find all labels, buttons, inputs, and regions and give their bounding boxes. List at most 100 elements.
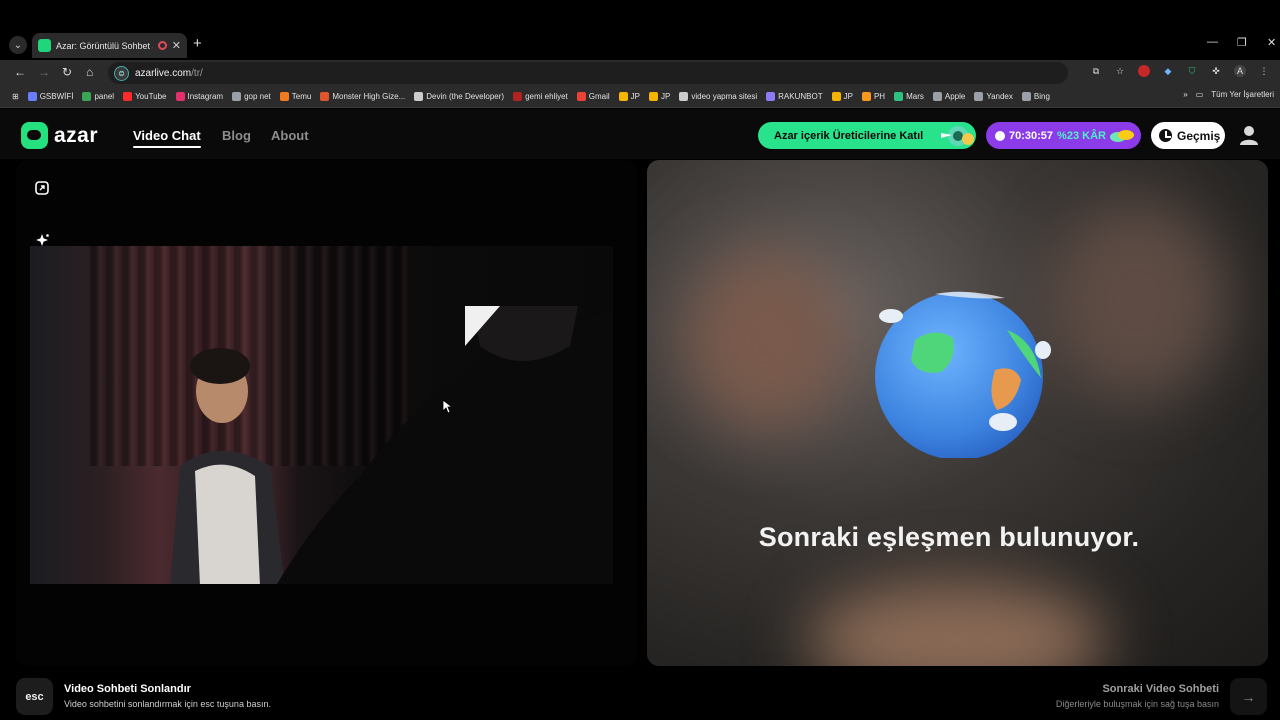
bookmark-item[interactable]: Yandex (974, 92, 1013, 101)
bookmark-label: YouTube (135, 92, 167, 101)
bookmark-item[interactable]: gemi ehliyet (513, 92, 568, 101)
browser-menu-icon[interactable]: ⋮ (1258, 65, 1270, 77)
bookmark-item[interactable]: Mars (894, 92, 924, 101)
bookmark-label: Yandex (986, 92, 1013, 101)
url-path: /tr/ (191, 67, 203, 79)
bookmark-label: Mars (906, 92, 924, 101)
minimize-window-icon[interactable]: — (1207, 36, 1218, 48)
url-omnibox[interactable]: ⊜ azarlive.com /tr/ (108, 62, 1068, 84)
bookmark-label: Apple (944, 92, 966, 101)
bookmark-label: panel (94, 92, 115, 101)
bookmark-label: gemi ehliyet (525, 92, 568, 101)
next-chat-subtitle: Diğerleriyle buluşmak için sağ tuşa bası… (1055, 699, 1219, 709)
bookmark-favicon-icon (320, 92, 330, 101)
bookmark-item[interactable]: Devin (the Developer) (414, 92, 504, 101)
bookmark-item[interactable]: panel (82, 92, 114, 101)
local-video-panel (16, 160, 637, 666)
bookmark-item[interactable]: YouTube (123, 92, 167, 101)
browser-tab-active[interactable]: Azar: Görüntülü Sohbet & Vi ✕ (32, 33, 187, 58)
bookmark-item[interactable]: JP (649, 92, 670, 101)
reload-icon[interactable]: ↻ (62, 65, 72, 79)
bookmark-item[interactable]: Apple (932, 92, 966, 101)
matching-status-text: Sonraki eşleşmen bulunuyor. (758, 522, 1140, 552)
bookmark-item[interactable]: Instagram (175, 92, 224, 101)
bookmark-label: RAKUNBOT (778, 92, 823, 101)
nav-active-underline (133, 146, 201, 148)
close-tab-icon[interactable]: ✕ (172, 39, 181, 52)
bookmark-favicon-icon (232, 92, 242, 101)
bookmark-label: JP (843, 92, 853, 101)
gems-icon (1110, 130, 1134, 142)
all-bookmarks-button[interactable]: Tüm Yer İşaretleri (1211, 90, 1274, 99)
bookmark-label: Temu (291, 92, 312, 101)
bookmark-item[interactable]: GSBWİFİ (27, 92, 74, 101)
back-arrow-icon[interactable]: ← (14, 65, 26, 79)
creator-illustration-icon (941, 126, 974, 146)
promo-timer: 70:30:57 (1009, 129, 1054, 142)
address-bar-row: ← → ↻ ⌂ ⊜ azarlive.com /tr/ ⧉ ☆ ◆ ⛉ ✜ A … (0, 60, 1280, 86)
tab-strip: ⌄ Azar: Görüntülü Sohbet & Vi ✕ + (0, 32, 1280, 58)
blurred-background (807, 580, 1107, 666)
bookmark-item[interactable]: PH (861, 92, 886, 101)
bookmark-item[interactable]: video yapma sitesi (679, 92, 757, 101)
bookmark-favicon-icon (649, 92, 658, 101)
bookmark-label: PH (873, 92, 886, 101)
bookmark-favicon-icon (932, 92, 942, 101)
bookmark-label: Instagram (187, 92, 224, 101)
globe-icon (875, 291, 1051, 458)
bookmarks-more-button[interactable]: » (1183, 90, 1187, 99)
extension-bird-icon[interactable]: ◆ (1162, 65, 1174, 77)
bookmark-item[interactable]: gop net (232, 92, 271, 101)
extension-red-icon[interactable] (1138, 65, 1150, 77)
bookmark-favicon-icon (175, 92, 185, 101)
arm-silhouette (277, 306, 613, 584)
remote-video-panel: Sonraki eşleşmen bulunuyor. (647, 160, 1268, 666)
home-icon[interactable]: ⌂ (86, 65, 93, 79)
apps-grid-icon[interactable]: ⊞ (12, 92, 19, 101)
bookmark-label: Gmail (588, 92, 610, 101)
bookmark-favicon-icon (894, 92, 904, 101)
bookmark-favicon-icon (27, 92, 37, 101)
cast-icon[interactable]: ⧉ (1090, 65, 1102, 77)
next-chat-arrow-button[interactable]: → (1230, 678, 1267, 715)
bookmark-label: GSBWİFİ (39, 92, 74, 101)
close-window-icon[interactable]: ✕ (1267, 36, 1276, 49)
history-button[interactable]: Geçmiş (1151, 122, 1225, 149)
new-tab-button[interactable]: + (193, 35, 202, 52)
fullscreen-icon[interactable] (34, 180, 50, 196)
nav-video-chat[interactable]: Video Chat (133, 128, 201, 143)
site-header: azar Video Chat Blog About Azar içerik Ü… (0, 109, 1280, 159)
chat-footer: esc Video Sohbeti Sonlandır Video sohbet… (0, 670, 1280, 720)
bookmark-item[interactable]: Gmail (576, 92, 610, 101)
bookmark-item[interactable]: JP (618, 92, 640, 101)
bookmark-item[interactable]: Monster High Gize... (320, 92, 405, 101)
bookmark-item[interactable]: JP (831, 92, 853, 101)
user-profile-icon[interactable] (1238, 124, 1260, 146)
bookmark-favicon-icon (974, 92, 984, 101)
extensions-puzzle-icon[interactable]: ✜ (1210, 65, 1222, 77)
extension-shield-icon[interactable]: ⛉ (1186, 65, 1198, 77)
end-chat-title: Video Sohbeti Sonlandır (64, 683, 191, 695)
tab-search-button[interactable]: ⌄ (9, 36, 27, 54)
bookmark-favicon-icon (861, 92, 871, 101)
azar-logo[interactable]: azar (21, 122, 98, 149)
promo-timer-button[interactable]: 70:30:57 %23 KÂR (986, 122, 1141, 149)
forward-arrow-icon[interactable]: → (38, 65, 50, 79)
bookmark-item[interactable]: Temu (279, 92, 312, 101)
bookmark-label: JP (661, 92, 671, 101)
url-host: azarlive.com (135, 67, 192, 79)
nav-blog[interactable]: Blog (222, 128, 251, 143)
bookmark-item[interactable]: Bing (1021, 92, 1050, 101)
nav-about[interactable]: About (271, 128, 309, 143)
end-chat-esc-button[interactable]: esc (16, 678, 53, 715)
profile-avatar-icon[interactable]: A (1234, 65, 1246, 77)
bookmark-favicon-icon (1021, 92, 1031, 101)
restore-window-icon[interactable]: ❐ (1237, 36, 1247, 49)
clock-icon (995, 130, 1005, 141)
bookmark-star-icon[interactable]: ☆ (1114, 65, 1126, 77)
join-creators-button[interactable]: Azar içerik Üreticilerine Katıl (758, 122, 976, 149)
logo-text: azar (54, 123, 99, 147)
site-info-icon[interactable]: ⊜ (114, 65, 129, 81)
bookmark-item[interactable]: RAKUNBOT (766, 92, 823, 101)
bookmark-label: video yapma sitesi (691, 92, 758, 101)
